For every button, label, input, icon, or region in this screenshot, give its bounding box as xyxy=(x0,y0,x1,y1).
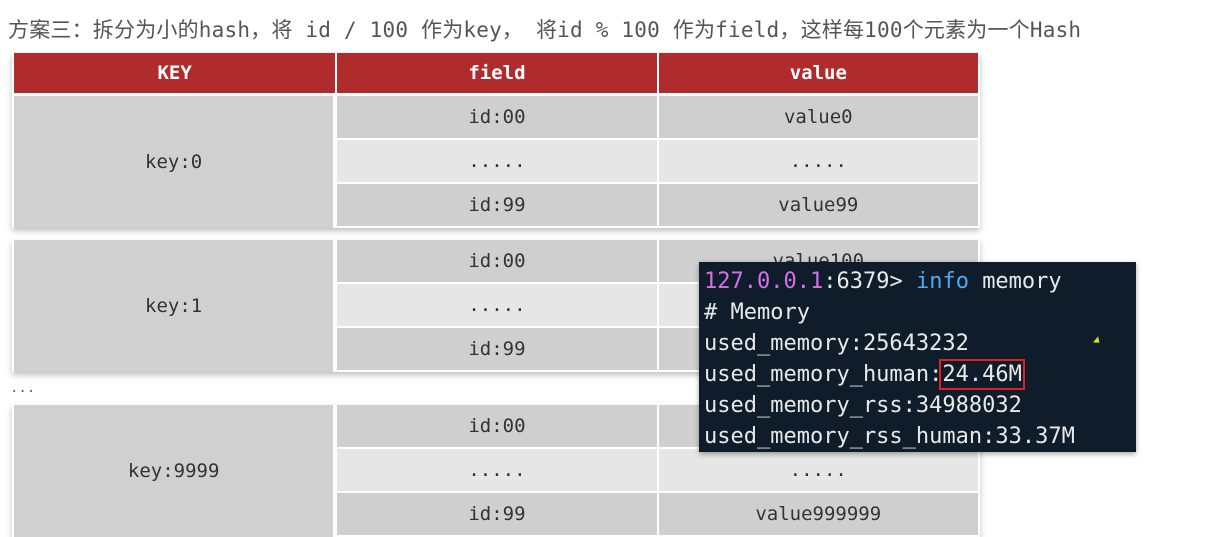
key-cell: key:9999 xyxy=(14,405,336,537)
table-row: key:0 id:00 value0 xyxy=(14,96,978,228)
header-key: KEY xyxy=(14,53,336,96)
value-cell: value0 xyxy=(658,96,978,140)
field-cell: ..... xyxy=(337,449,657,493)
terminal-output-line: used_memory_rss_human:33.37M xyxy=(704,424,1075,449)
field-cell: id:99 xyxy=(337,184,657,228)
human-memory-label: used_memory_human: xyxy=(704,362,943,387)
command-arg: memory xyxy=(982,269,1062,294)
field-cell: id:00 xyxy=(337,405,657,449)
key-cell: key:0 xyxy=(14,96,336,228)
terminal-window[interactable]: 127.0.0.1:6379> info memory # Memory use… xyxy=(699,262,1136,452)
value-cell: ..... xyxy=(658,140,978,184)
terminal-output-line: used_memory_human:24.46M xyxy=(704,359,1136,390)
field-cell: id:00 xyxy=(337,96,657,140)
field-cell: id:99 xyxy=(337,328,657,372)
prompt-port: :6379> xyxy=(823,269,903,294)
ellipsis-text: ... xyxy=(10,380,36,396)
value-cell: ..... xyxy=(658,449,978,493)
command-name: info xyxy=(915,269,969,294)
field-cell: ..... xyxy=(337,140,657,184)
field-cell: id:99 xyxy=(337,493,657,537)
value-cell: value99 xyxy=(658,184,978,228)
header-value: value xyxy=(658,53,978,96)
human-memory-value-highlight: 24.46M xyxy=(939,359,1025,390)
key-cell: key:1 xyxy=(14,240,336,372)
hash-table-group-0: KEY field value key:0 id:00 value0 .....… xyxy=(12,53,980,228)
value-cell: value999999 xyxy=(658,493,978,537)
slide-heading: 方案三：拆分为小的hash，将 id / 100 作为key， 将id % 10… xyxy=(8,18,1082,42)
terminal-output-line: # Memory xyxy=(704,300,810,325)
header-field: field xyxy=(337,53,657,96)
terminal-prompt-line: 127.0.0.1:6379> info memory xyxy=(704,266,1136,297)
prompt-host: 127.0.0.1 xyxy=(704,269,824,294)
terminal-output-line: used_memory:25643232 xyxy=(704,331,969,356)
terminal-output-line: used_memory_rss:34988032 xyxy=(704,393,1022,418)
field-cell: ..... xyxy=(337,284,657,328)
field-cell: id:00 xyxy=(337,240,657,284)
